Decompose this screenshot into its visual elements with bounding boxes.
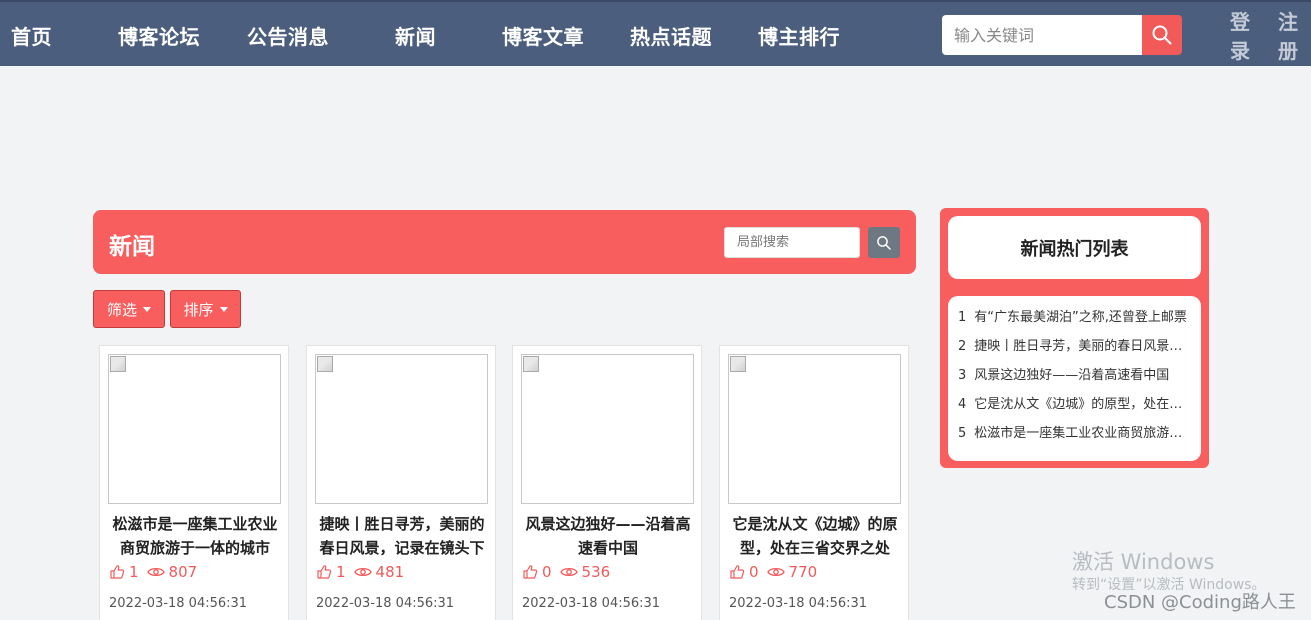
hot-news-rank: 4	[958, 397, 967, 412]
news-card-date: 2022-03-18 04:56:31	[729, 596, 868, 611]
login-label-top: 登	[1230, 10, 1250, 34]
thumbs-up-icon[interactable]	[109, 564, 125, 580]
hot-news-item-title: 有“广东最美湖泊”之称,还曾登上邮票	[974, 310, 1187, 325]
csdn-credit-watermark: CSDN @Coding路人王	[1104, 592, 1296, 613]
hot-news-item-title: 它是沈从文《边城》的原型，处在三省交界之处	[974, 397, 1191, 412]
broken-image-icon	[523, 356, 539, 372]
hot-news-item[interactable]: 1 有“广东最美湖泊”之称,还曾登上邮票	[958, 306, 1191, 335]
eye-icon	[766, 567, 785, 577]
hot-news-item[interactable]: 2 捷映丨胜日寻芳，美丽的春日风景，记录在镜头下	[958, 335, 1191, 364]
hot-news-title: 新闻热门列表	[1020, 238, 1129, 260]
view-count: 807	[168, 563, 198, 581]
hot-news-item[interactable]: 3 风景这边独好——沿着高速看中国	[958, 364, 1191, 393]
login-link[interactable]: 登 录	[1229, 8, 1251, 66]
keyword-search-button[interactable]	[1142, 15, 1182, 55]
view-count: 770	[788, 563, 818, 581]
hot-news-rank: 1	[958, 310, 967, 325]
news-card-date: 2022-03-18 04:56:31	[316, 596, 455, 611]
news-thumbnail[interactable]	[521, 354, 694, 504]
news-thumbnail[interactable]	[108, 354, 281, 504]
register-label-top: 注	[1278, 10, 1298, 34]
like-count: 0	[542, 563, 552, 581]
hot-news-item[interactable]: 4 它是沈从文《边城》的原型，处在三省交界之处	[958, 393, 1191, 422]
nav-news[interactable]: 新闻	[395, 21, 436, 50]
broken-image-icon	[730, 356, 746, 372]
keyword-search-input[interactable]	[942, 15, 1142, 55]
news-card-stats: 1 481	[316, 562, 404, 582]
news-card-date: 2022-03-18 04:56:31	[109, 596, 248, 611]
caret-down-icon	[219, 306, 228, 312]
hot-news-panel: 新闻热门列表 1 有“广东最美湖泊”之称,还曾登上邮票 2 捷映丨胜日寻芳，美丽的春…	[940, 208, 1209, 468]
hot-news-item[interactable]: 5 松滋市是一座集工业农业商贸旅游于一体的城市	[958, 422, 1191, 451]
thumbs-up-icon[interactable]	[729, 564, 745, 580]
search-icon	[1152, 25, 1172, 45]
eye-icon	[146, 567, 165, 577]
like-count: 0	[749, 563, 759, 581]
news-thumbnail[interactable]	[728, 354, 901, 504]
news-card[interactable]: 捷映丨胜日寻芳，美丽的春日风景，记录在镜头下 1 481 2022-03-18 …	[306, 345, 496, 620]
broken-image-icon	[317, 356, 333, 372]
hot-news-item-title: 松滋市是一座集工业农业商贸旅游于一体的城市	[974, 426, 1191, 441]
news-card-title[interactable]: 捷映丨胜日寻芳，美丽的春日风景，记录在镜头下	[317, 512, 487, 560]
register-label-bottom: 册	[1278, 39, 1298, 63]
nav-blog-articles[interactable]: 博客文章	[502, 21, 584, 50]
top-navbar: 首页 博客论坛 公告消息 新闻 博客文章 热点话题 博主排行 登 录 注 册	[0, 0, 1311, 66]
local-search-input[interactable]	[724, 227, 860, 258]
news-card[interactable]: 风景这边独好——沿着高速看中国 0 536 2022-03-18 04:56:3…	[512, 345, 702, 620]
sort-dropdown-button[interactable]: 排序	[170, 290, 241, 328]
news-card-title[interactable]: 松滋市是一座集工业农业商贸旅游于一体的城市	[110, 512, 280, 560]
windows-activation-watermark-title: 激活 Windows	[1072, 550, 1215, 574]
nav-blog-forum[interactable]: 博客论坛	[118, 21, 200, 50]
sort-label: 排序	[183, 300, 214, 319]
news-card-stats: 1 807	[109, 562, 197, 582]
hot-news-list: 1 有“广东最美湖泊”之称,还曾登上邮票 2 捷映丨胜日寻芳，美丽的春日风景，记录在…	[948, 296, 1201, 461]
news-card-stats: 0 770	[729, 562, 817, 582]
news-card[interactable]: 它是沈从文《边城》的原型，处在三省交界之处 0 770 2022-03-18 0…	[719, 345, 909, 620]
news-card-date: 2022-03-18 04:56:31	[522, 596, 661, 611]
page-title: 新闻	[109, 234, 155, 260]
like-count: 1	[129, 563, 139, 581]
nav-announcements[interactable]: 公告消息	[247, 21, 329, 50]
eye-icon	[559, 567, 578, 577]
news-card-stats: 0 536	[522, 562, 610, 582]
nav-home[interactable]: 首页	[11, 21, 52, 50]
thumbs-up-icon[interactable]	[522, 564, 538, 580]
login-label-bottom: 录	[1230, 39, 1250, 63]
hot-news-item-title: 捷映丨胜日寻芳，美丽的春日风景，记录在镜头下	[974, 339, 1191, 354]
search-icon	[877, 235, 891, 250]
news-thumbnail[interactable]	[315, 354, 488, 504]
global-search	[942, 15, 1182, 55]
view-count: 536	[581, 563, 611, 581]
hot-news-header: 新闻热门列表	[948, 216, 1201, 279]
thumbs-up-icon[interactable]	[316, 564, 332, 580]
caret-down-icon	[143, 306, 151, 312]
eye-icon	[353, 567, 372, 577]
register-link[interactable]: 注 册	[1277, 8, 1299, 66]
broken-image-icon	[110, 356, 126, 372]
nav-blogger-ranking[interactable]: 博主排行	[758, 21, 840, 50]
view-count: 481	[375, 563, 405, 581]
hot-news-rank: 5	[958, 426, 967, 441]
hot-news-rank: 2	[958, 339, 967, 354]
nav-hot-topics[interactable]: 热点话题	[630, 21, 712, 50]
news-card[interactable]: 松滋市是一座集工业农业商贸旅游于一体的城市 1 807 2022-03-18 0…	[99, 345, 289, 620]
filter-label: 筛选	[106, 300, 137, 319]
like-count: 1	[336, 563, 346, 581]
hot-news-rank: 3	[958, 368, 967, 383]
news-card-title[interactable]: 它是沈从文《边城》的原型，处在三省交界之处	[730, 512, 900, 560]
hot-news-item-title: 风景这边独好——沿着高速看中国	[974, 368, 1170, 383]
news-header-bar: 新闻	[93, 210, 916, 274]
news-card-title[interactable]: 风景这边独好——沿着高速看中国	[523, 512, 693, 560]
filter-dropdown-button[interactable]: 筛选	[93, 290, 165, 328]
local-search-button[interactable]	[868, 227, 900, 258]
